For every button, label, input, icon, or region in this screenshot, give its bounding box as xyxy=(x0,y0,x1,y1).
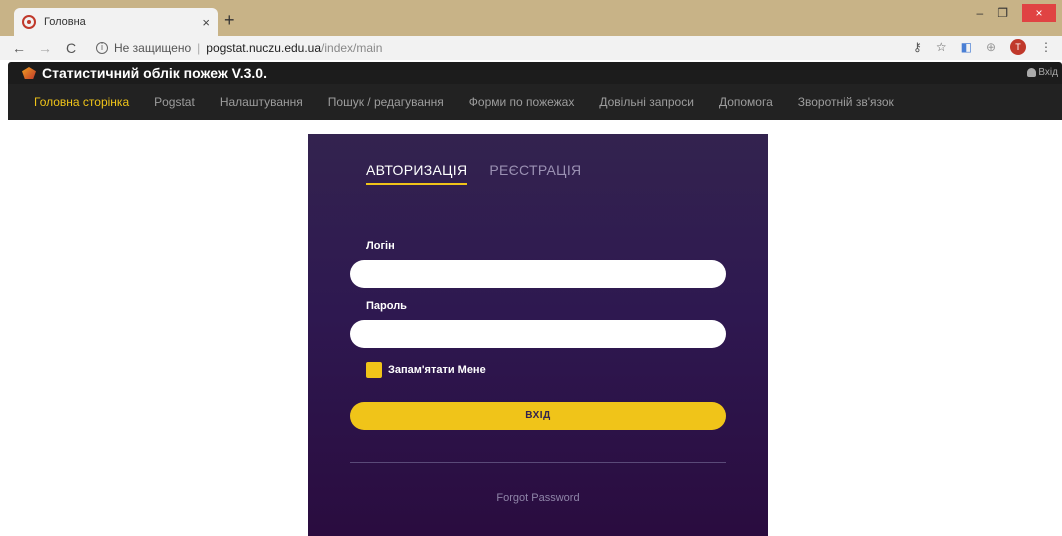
login-input[interactable] xyxy=(350,260,726,288)
menu-item-feedback[interactable]: Зворотній зв'язок xyxy=(798,95,894,109)
login-card: АВТОРИЗАЦІЯ РЕЄСТРАЦІЯ Логін Пароль Запа… xyxy=(308,134,768,536)
remember-me-label: Запам'ятати Мене xyxy=(388,364,486,376)
url-path: /index/main xyxy=(321,41,383,55)
user-icon xyxy=(1027,68,1037,77)
url-separator: | xyxy=(197,41,201,55)
back-icon[interactable]: ← xyxy=(12,40,26,56)
menu-item-fire-forms[interactable]: Форми по пожежах xyxy=(469,95,575,109)
window-close-icon[interactable]: × xyxy=(1022,4,1056,22)
browser-tab[interactable]: Головна × xyxy=(14,8,218,36)
address-bar: ← → C i Не защищено | pogstat.nuczu.edu.… xyxy=(0,36,1062,60)
menu-item-custom-queries[interactable]: Довільні запроси xyxy=(599,95,694,109)
tab-registration[interactable]: РЕЄСТРАЦІЯ xyxy=(489,162,581,185)
restore-icon[interactable]: ❐ xyxy=(997,6,1008,20)
star-icon[interactable]: ☆ xyxy=(936,40,947,54)
main-menu: Головна сторінка Pogstat Налаштування По… xyxy=(8,84,1062,120)
forgot-password-link[interactable]: Forgot Password xyxy=(308,492,768,504)
menu-item-pogstat[interactable]: Pogstat xyxy=(154,95,195,109)
site-favicon-icon xyxy=(22,15,36,29)
security-label: Не защищено xyxy=(114,41,192,55)
key-icon[interactable]: ⚷ xyxy=(913,40,922,54)
menu-item-help[interactable]: Допомога xyxy=(719,95,773,109)
auth-tabs: АВТОРИЗАЦІЯ РЕЄСТРАЦІЯ xyxy=(366,162,581,185)
login-link-label: Вхід xyxy=(1038,67,1058,78)
app-title[interactable]: Статистичний облік пожеж V.3.0. xyxy=(42,65,267,81)
new-tab-button[interactable]: + xyxy=(224,10,235,31)
remember-me[interactable]: Запам'ятати Мене xyxy=(366,362,486,378)
minimize-icon[interactable]: – xyxy=(977,6,984,20)
menu-item-search-edit[interactable]: Пошук / редагування xyxy=(328,95,444,109)
reload-icon[interactable]: C xyxy=(64,40,78,56)
tab-authorization[interactable]: АВТОРИЗАЦІЯ xyxy=(366,162,468,185)
menu-dots-icon[interactable]: ⋮ xyxy=(1040,40,1052,54)
remember-me-checkbox[interactable] xyxy=(366,362,382,378)
globe-icon[interactable]: ⊕ xyxy=(986,40,996,54)
password-input[interactable] xyxy=(350,320,726,348)
login-field-label: Логін xyxy=(366,240,395,252)
login-submit-button[interactable]: ВХІД xyxy=(350,402,726,430)
url-host: pogstat.nuczu.edu.ua xyxy=(206,41,322,55)
login-link[interactable]: Вхід xyxy=(1027,67,1058,78)
browser-tab-strip: Головна × + – ❐ × xyxy=(0,0,1062,36)
forward-icon[interactable]: → xyxy=(38,40,52,56)
translate-icon[interactable]: ◧ xyxy=(961,40,972,54)
app-title-bar: Статистичний облік пожеж V.3.0. Вхід xyxy=(8,62,1062,84)
info-icon[interactable]: i xyxy=(96,42,108,54)
window-controls: – ❐ × xyxy=(977,4,1056,22)
omnibox[interactable]: i Не защищено | pogstat.nuczu.edu.ua /in… xyxy=(96,41,382,55)
tab-close-icon[interactable]: × xyxy=(202,15,210,30)
menu-item-settings[interactable]: Налаштування xyxy=(220,95,303,109)
fire-service-logo-icon xyxy=(22,67,36,79)
tab-title: Головна xyxy=(44,16,86,28)
profile-icon[interactable]: T xyxy=(1010,39,1026,55)
password-field-label: Пароль xyxy=(366,300,407,312)
menu-item-home[interactable]: Головна сторінка xyxy=(34,95,129,109)
toolbar-icons: ⚷ ☆ ◧ ⊕ T ⋮ xyxy=(913,39,1052,55)
divider xyxy=(350,462,726,463)
